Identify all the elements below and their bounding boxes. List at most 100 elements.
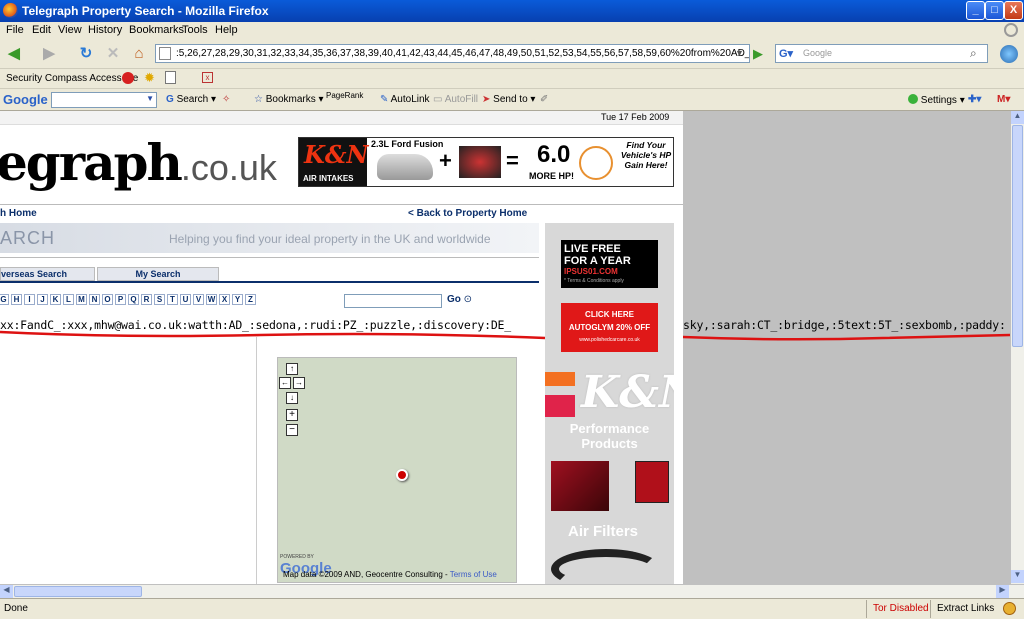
popup-icon[interactable]: ✧ (222, 94, 230, 105)
go-arrow-icon[interactable]: ▶ (753, 46, 763, 62)
alphabet-letter-t[interactable]: T (167, 294, 178, 305)
autoglym-ad[interactable]: CLICK HERE AUTOGLYM 20% OFF www.polished… (561, 303, 658, 352)
nav-home-link[interactable]: h Home (0, 208, 37, 219)
google-search-button[interactable]: G Search ▾ (166, 94, 216, 105)
alphabet-letter-i[interactable]: I (24, 294, 35, 305)
url-bar[interactable]: :5,26,27,28,29,30,31,32,33,34,35,36,37,3… (155, 44, 750, 63)
bookmarks-button[interactable]: ☆ Bookmarks ▾ (254, 94, 324, 105)
pan-up-icon[interactable]: ↑ (286, 363, 298, 375)
google-g-icon[interactable]: G▾ (779, 46, 793, 63)
tab-overseas-search[interactable]: verseas Search (0, 267, 95, 281)
forward-icon[interactable]: ▶ (38, 43, 60, 65)
alphabet-letter-m[interactable]: M (76, 294, 87, 305)
back-icon[interactable]: ◀ (3, 43, 25, 65)
back-to-property-home-link[interactable]: < Back to Property Home (408, 208, 527, 219)
kn-side-logo: K&N (581, 369, 674, 418)
location-search-input[interactable] (344, 294, 442, 308)
pagerank-button[interactable]: PageRank (326, 91, 363, 100)
alphabet-letter-x[interactable]: X (219, 294, 230, 305)
star-icon[interactable]: ✹ (144, 70, 155, 86)
vertical-scrollbar[interactable]: ▲ ▼ (1010, 111, 1024, 584)
alphabet-letter-o[interactable]: O (102, 294, 113, 305)
alphabet-letter-l[interactable]: L (63, 294, 74, 305)
pan-right-icon[interactable]: → (293, 377, 305, 389)
kn-banner-ad[interactable]: K&N AIR INTAKES 2.3L Ford Fusion + = 6.0… (298, 137, 674, 187)
alphabet-letter-q[interactable]: Q (128, 294, 139, 305)
sendto-button[interactable]: ➤ Send to ▾ (482, 94, 535, 105)
close-small-icon[interactable]: x (202, 72, 213, 83)
menu-help[interactable]: Help (215, 24, 238, 36)
google-logo[interactable]: Google (3, 92, 48, 107)
menu-tools[interactable]: Tools (182, 24, 208, 36)
alphabet-letter-w[interactable]: W (206, 294, 217, 305)
google-search-field[interactable]: ▼ (51, 92, 157, 108)
search-placeholder: Google (803, 48, 833, 58)
menu-history[interactable]: History (88, 24, 122, 36)
horizontal-scroll-thumb[interactable] (14, 586, 142, 597)
smiley-icon[interactable] (1003, 602, 1016, 615)
tor-status[interactable]: Tor Disabled (873, 603, 929, 614)
pan-down-icon[interactable]: ↓ (286, 392, 298, 404)
menu-edit[interactable]: Edit (32, 24, 51, 36)
stop-icon[interactable]: ✕ (102, 43, 124, 65)
scroll-down-icon[interactable]: ▼ (1011, 570, 1024, 583)
go-button[interactable]: Go ⊙ (447, 294, 472, 305)
gmail-icon[interactable]: M▾ (997, 94, 1010, 105)
property-map[interactable]: ↑ ← → ↓ + − POWERED BY Google Map data ©… (277, 357, 517, 583)
scroll-right-icon[interactable]: ▶ (996, 585, 1009, 598)
status-text: Done (4, 603, 28, 614)
alphabet-letter-v[interactable]: V (193, 294, 204, 305)
document-icon[interactable] (165, 71, 176, 84)
settings-button[interactable]: Settings ▾ (908, 94, 965, 106)
site-logo[interactable]: egraph.co.uk (0, 133, 277, 192)
alphabet-letter-u[interactable]: U (180, 294, 191, 305)
logo-main: egraph (0, 133, 183, 192)
alphabet-letter-n[interactable]: N (89, 294, 100, 305)
zoom-out-icon[interactable]: − (286, 424, 298, 436)
close-button[interactable]: X (1004, 1, 1023, 20)
alphabet-letter-k[interactable]: K (50, 294, 61, 305)
pan-left-icon[interactable]: ← (279, 377, 291, 389)
menu-bookmarks[interactable]: Bookmarks (129, 24, 184, 36)
map-terms-link[interactable]: Terms of Use (450, 570, 497, 579)
map-copyright: Map data ©2009 AND, Geocentre Consulting… (283, 570, 497, 579)
autofill-button[interactable]: ▭ AutoFill (433, 94, 478, 105)
wrench-icon[interactable]: ✐ (540, 94, 548, 105)
search-input[interactable]: G▾ Google ⌕ (775, 44, 988, 63)
alphabet-letter-g[interactable]: G (0, 294, 9, 305)
vertical-scroll-thumb[interactable] (1012, 125, 1023, 347)
alphabet-letter-j[interactable]: J (37, 294, 48, 305)
kn-side-ad[interactable]: K&N Performance Products Air Filters (545, 369, 674, 584)
banner-car-text: 2.3L Ford Fusion (371, 139, 444, 149)
zoom-in-icon[interactable]: + (286, 409, 298, 421)
map-marker-icon[interactable] (396, 469, 408, 481)
scroll-left-icon[interactable]: ◀ (0, 585, 13, 598)
horizontal-scrollbar[interactable]: ◀ ▶ (0, 584, 1024, 598)
minimize-button[interactable]: _ (966, 1, 985, 20)
url-dropdown-icon[interactable]: ▼ (735, 48, 744, 58)
menu-file[interactable]: File (6, 24, 24, 36)
alphabet-letter-s[interactable]: S (154, 294, 165, 305)
extract-links-button[interactable]: Extract Links (937, 603, 994, 614)
plus-icon[interactable]: ✚▾ (968, 94, 981, 105)
tab-my-search[interactable]: My Search (97, 267, 219, 281)
alphabet-letter-z[interactable]: Z (245, 294, 256, 305)
alphabet-letter-p[interactable]: P (115, 294, 126, 305)
red-underline-right (683, 333, 1010, 341)
live-free-ad[interactable]: LIVE FREE FOR A YEAR IPSUS01.COM * Terms… (561, 240, 658, 288)
home-icon[interactable]: ⌂ (128, 43, 150, 65)
menu-view[interactable]: View (58, 24, 82, 36)
scroll-up-icon[interactable]: ▲ (1011, 111, 1024, 124)
alphabet-letter-y[interactable]: Y (232, 294, 243, 305)
alphabet-letter-r[interactable]: R (141, 294, 152, 305)
autolink-button[interactable]: ✎ AutoLink (380, 94, 430, 105)
url-text: :5,26,27,28,29,30,31,32,33,34,35,36,37,3… (176, 48, 750, 59)
reload-icon[interactable]: ↻ (75, 43, 97, 65)
kn-performance-text: Performance Products (569, 421, 650, 451)
alphabet-letter-h[interactable]: H (11, 294, 22, 305)
magnifier-icon[interactable]: ⌕ (970, 45, 977, 62)
stop-circle-icon[interactable] (122, 72, 134, 84)
logo-tld: .co.uk (180, 147, 277, 188)
maximize-button[interactable]: □ (985, 1, 1004, 20)
chevron-down-icon[interactable]: ▼ (146, 94, 154, 103)
